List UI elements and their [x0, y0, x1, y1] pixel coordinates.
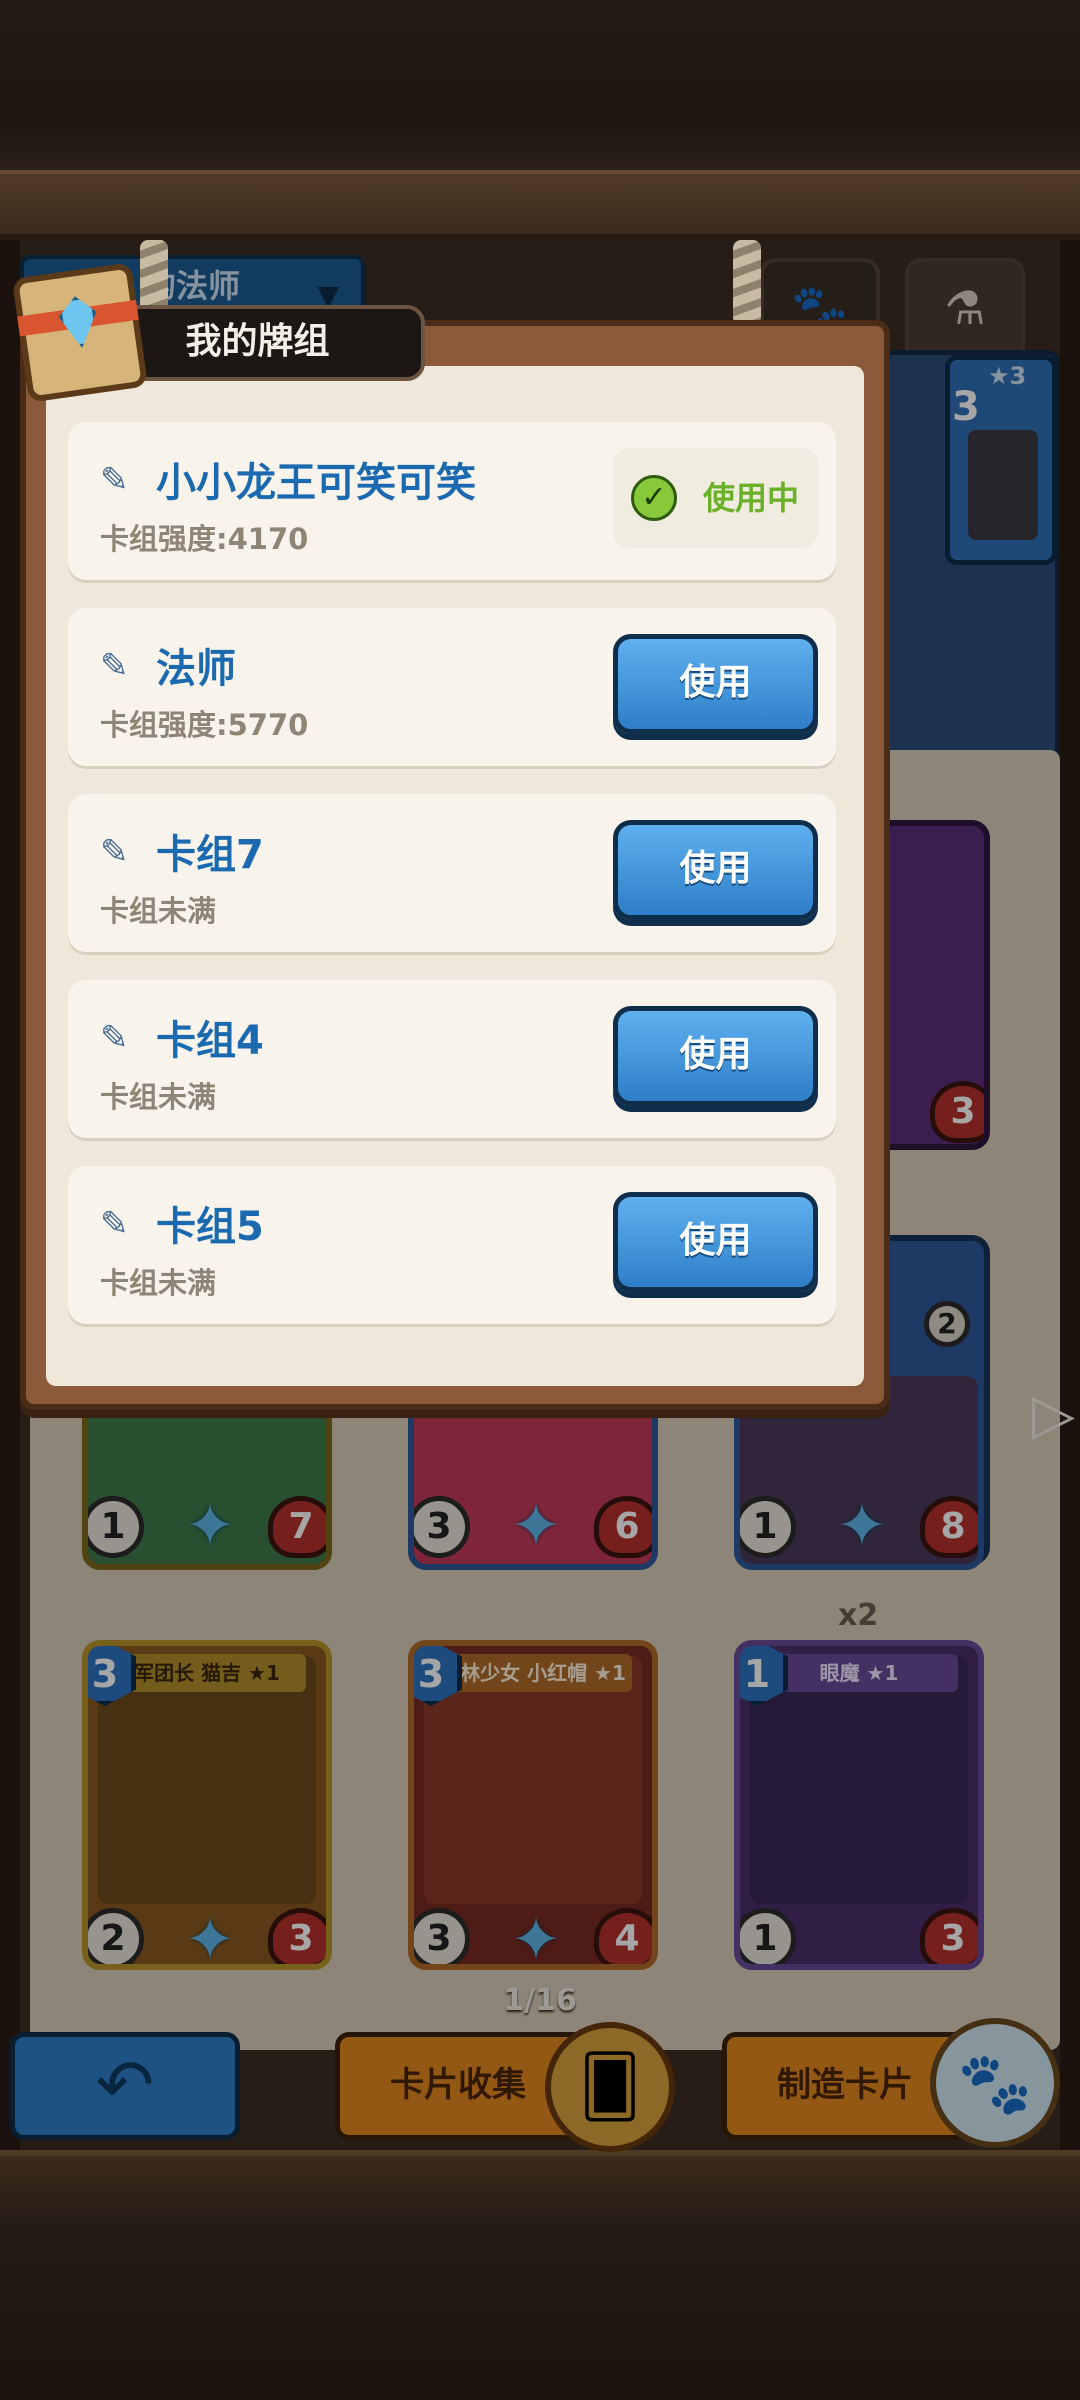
edit-icon[interactable]: ✎ — [100, 462, 136, 498]
deck-strength: 卡组强度:5770 — [100, 708, 309, 742]
deck-name: 法师 — [156, 646, 236, 692]
use-deck-button[interactable]: 使用 — [613, 1006, 818, 1106]
deck-row[interactable]: ✎ 卡组4 卡组未满 使用 — [68, 980, 836, 1138]
deck-name: 小小龙王可笑可笑 — [156, 460, 476, 506]
edit-icon[interactable]: ✎ — [100, 1206, 136, 1242]
deck-status: 卡组未满 — [100, 1266, 217, 1300]
edit-icon[interactable]: ✎ — [100, 648, 136, 684]
deck-strength: 卡组强度:4170 — [100, 522, 309, 556]
edit-icon[interactable]: ✎ — [100, 834, 136, 870]
deck-name: 卡组7 — [156, 832, 264, 878]
check-icon: ✓ — [631, 475, 677, 521]
deck-row[interactable]: ✎ 卡组7 卡组未满 使用 — [68, 794, 836, 952]
in-use-label: 使用中 — [703, 479, 800, 517]
deck-row[interactable]: ✎ 卡组5 卡组未满 使用 — [68, 1166, 836, 1324]
deck-status: 卡组未满 — [100, 1080, 217, 1114]
use-deck-button[interactable]: 使用 — [613, 1192, 818, 1292]
edit-icon[interactable]: ✎ — [100, 1020, 136, 1056]
in-use-indicator: ✓ 使用中 — [613, 448, 818, 548]
deck-row[interactable]: ✎ 小小龙王可笑可笑 卡组强度:4170 ✓ 使用中 — [68, 422, 836, 580]
deck-name: 卡组4 — [156, 1018, 264, 1064]
deck-book-icon — [11, 262, 149, 403]
deck-name: 卡组5 — [156, 1204, 264, 1250]
deck-status: 卡组未满 — [100, 894, 217, 928]
rope — [733, 240, 761, 325]
deck-row[interactable]: ✎ 法师 卡组强度:5770 使用 — [68, 608, 836, 766]
use-deck-button[interactable]: 使用 — [613, 634, 818, 734]
use-deck-button[interactable]: 使用 — [613, 820, 818, 920]
